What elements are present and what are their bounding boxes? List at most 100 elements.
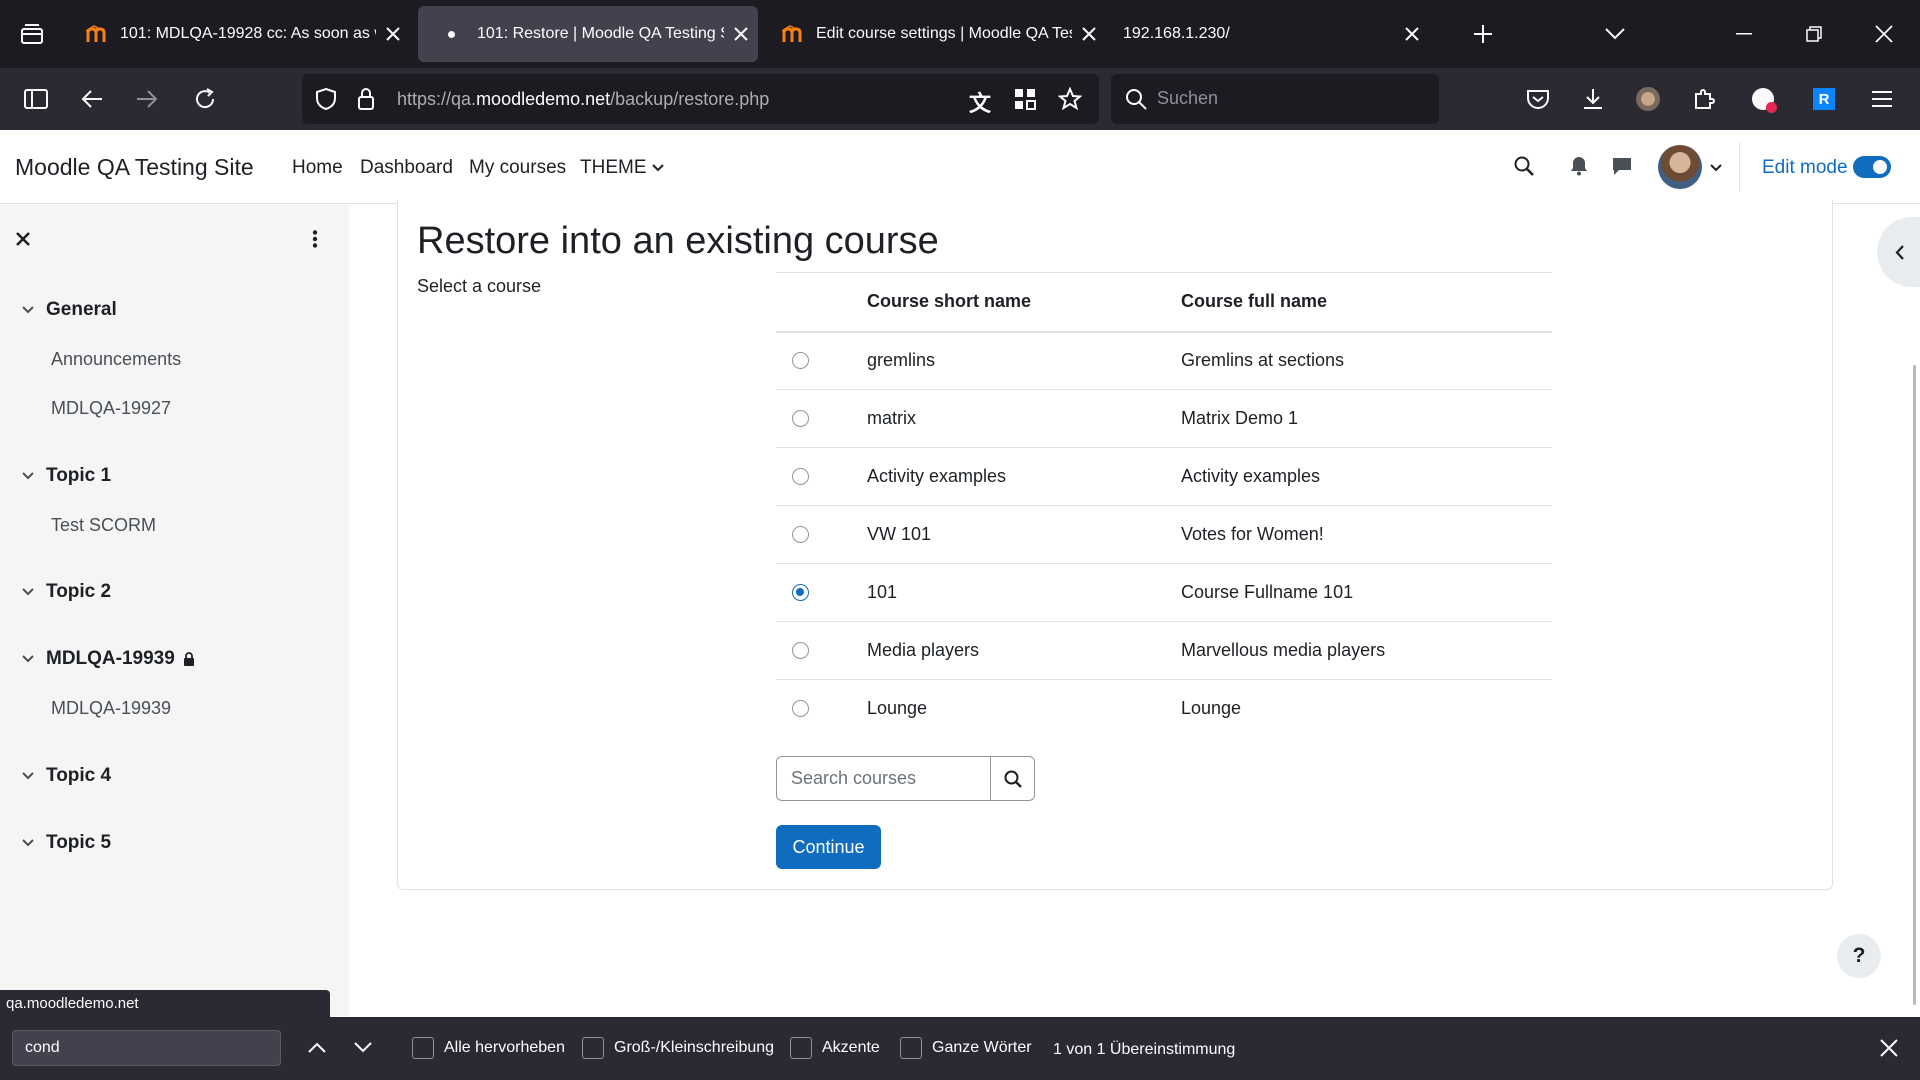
whole-words-checkbox[interactable]: Ganze Wörter xyxy=(900,1037,1032,1059)
pocket-icon[interactable] xyxy=(1520,81,1556,117)
hamburger-menu-icon[interactable] xyxy=(1864,81,1900,117)
lock-icon[interactable] xyxy=(357,87,375,116)
section-title[interactable]: MDLQA-19939 xyxy=(46,648,175,670)
tab-mdlqa-19928[interactable]: 101: MDLQA-19928 cc: As soon as we I xyxy=(70,6,410,62)
close-tab-icon[interactable] xyxy=(1072,17,1106,51)
restore-window-icon[interactable] xyxy=(1796,16,1832,52)
chevron-down-icon[interactable] xyxy=(1710,164,1722,172)
chevron-down-icon[interactable] xyxy=(22,588,42,596)
sidebar-toggle-icon[interactable] xyxy=(18,81,54,117)
table-row[interactable]: Activity examples Activity examples xyxy=(776,447,1552,506)
notifications-bell-icon[interactable] xyxy=(1570,156,1588,181)
downloads-icon[interactable] xyxy=(1575,81,1611,117)
open-block-drawer-button[interactable] xyxy=(1877,217,1920,287)
reload-icon[interactable] xyxy=(187,81,223,117)
nav-my-courses[interactable]: My courses xyxy=(469,157,566,179)
close-find-bar-icon[interactable] xyxy=(1880,1039,1898,1062)
edit-mode-toggle[interactable] xyxy=(1853,156,1891,178)
section-topic-1[interactable]: Topic 1 xyxy=(22,465,111,487)
table-row[interactable]: matrix Matrix Demo 1 xyxy=(776,389,1552,448)
chevron-down-icon[interactable] xyxy=(22,655,42,663)
more-options-icon[interactable] xyxy=(312,230,318,253)
match-diacritics-checkbox[interactable]: Akzente xyxy=(790,1037,880,1059)
site-name[interactable]: Moodle QA Testing Site xyxy=(15,154,254,181)
section-title[interactable]: Topic 4 xyxy=(46,765,111,787)
list-all-tabs-icon[interactable] xyxy=(1597,16,1633,52)
highlight-all-checkbox[interactable]: Alle hervorheben xyxy=(412,1037,565,1059)
checkbox-box[interactable] xyxy=(790,1037,812,1059)
messages-chat-icon[interactable] xyxy=(1612,156,1632,181)
minimize-window-icon[interactable] xyxy=(1726,16,1762,52)
tab-192-168-1-230[interactable]: 192.168.1.230/ xyxy=(1107,6,1447,62)
close-drawer-icon[interactable] xyxy=(16,232,30,251)
forward-icon[interactable] xyxy=(129,81,165,117)
course-radio[interactable] xyxy=(792,410,809,427)
extension-blocked-icon[interactable] xyxy=(1745,81,1781,117)
course-radio[interactable] xyxy=(792,352,809,370)
tab-overview-icon[interactable] xyxy=(14,16,50,52)
search-courses-input[interactable] xyxy=(776,756,991,801)
new-tab-icon[interactable] xyxy=(1465,16,1501,52)
course-radio[interactable] xyxy=(792,642,809,659)
table-row[interactable]: gremlins Gremlins at sections xyxy=(776,331,1552,390)
close-window-icon[interactable] xyxy=(1866,16,1902,52)
find-previous-icon[interactable] xyxy=(308,1040,326,1058)
browser-search-input[interactable] xyxy=(1157,88,1417,109)
extensions-grid-icon[interactable] xyxy=(1014,88,1036,115)
tab-restore[interactable]: 101: Restore | Moodle QA Testing Site xyxy=(418,6,758,62)
course-radio[interactable] xyxy=(792,700,809,718)
activity-announcements[interactable]: Announcements xyxy=(51,349,181,370)
search-courses-button[interactable] xyxy=(990,756,1035,801)
section-title[interactable]: Topic 2 xyxy=(46,581,111,603)
activity-mdlqa-19939[interactable]: MDLQA-19939 xyxy=(51,698,171,719)
chevron-down-icon[interactable] xyxy=(22,772,42,780)
user-avatar[interactable] xyxy=(1658,145,1702,189)
nav-home[interactable]: Home xyxy=(292,157,343,179)
table-row[interactable]: Lounge Lounge xyxy=(776,680,1552,738)
find-next-icon[interactable] xyxy=(354,1040,372,1058)
chevron-down-icon[interactable] xyxy=(22,306,42,314)
browser-search-bar[interactable] xyxy=(1111,74,1439,124)
section-topic-2[interactable]: Topic 2 xyxy=(22,581,111,603)
close-tab-icon[interactable] xyxy=(376,17,410,51)
course-radio-selected[interactable] xyxy=(792,584,809,601)
shield-icon[interactable] xyxy=(316,87,336,115)
back-icon[interactable] xyxy=(74,81,110,117)
tab-edit-course-settings[interactable]: Edit course settings | Moodle QA Testin xyxy=(766,6,1106,62)
section-title[interactable]: Topic 1 xyxy=(46,465,111,487)
table-row[interactable]: 101 Course Fullname 101 xyxy=(776,563,1552,622)
section-title[interactable]: Topic 5 xyxy=(46,832,111,854)
checkbox-box[interactable] xyxy=(582,1037,604,1059)
nav-dashboard[interactable]: Dashboard xyxy=(360,157,453,179)
bookmark-star-icon[interactable] xyxy=(1057,86,1083,116)
nav-theme-dropdown[interactable]: THEME xyxy=(580,157,664,179)
url-bar[interactable]: https://qa.moodledemo.net/backup/restore… xyxy=(302,74,1099,124)
match-case-checkbox[interactable]: Groß-/Kleinschreibung xyxy=(582,1037,774,1059)
help-button[interactable]: ? xyxy=(1837,934,1881,978)
course-radio[interactable] xyxy=(792,468,809,485)
page-scrollbar[interactable] xyxy=(1913,365,1916,1005)
section-topic-5[interactable]: Topic 5 xyxy=(22,832,111,854)
extension-r-icon[interactable]: R xyxy=(1806,81,1842,117)
translate-icon[interactable]: 文 xyxy=(969,86,991,118)
account-avatar-icon[interactable] xyxy=(1630,81,1666,117)
url-text[interactable]: https://qa.moodledemo.net/backup/restore… xyxy=(397,89,769,110)
checkbox-box[interactable] xyxy=(900,1037,922,1059)
search-icon[interactable] xyxy=(1514,156,1534,181)
course-radio[interactable] xyxy=(792,526,809,543)
section-topic-4[interactable]: Topic 4 xyxy=(22,765,111,787)
close-tab-icon[interactable] xyxy=(724,17,758,51)
continue-button[interactable]: Continue xyxy=(776,825,881,869)
close-tab-icon[interactable] xyxy=(1395,17,1429,51)
activity-mdlqa-19927[interactable]: MDLQA-19927 xyxy=(51,398,171,419)
table-row[interactable]: Media players Marvellous media players xyxy=(776,621,1552,680)
find-input[interactable] xyxy=(12,1030,281,1066)
activity-test-scorm[interactable]: Test SCORM xyxy=(51,515,156,536)
chevron-down-icon[interactable] xyxy=(22,839,42,847)
extensions-puzzle-icon[interactable] xyxy=(1686,81,1722,117)
section-mdlqa-19939[interactable]: MDLQA-19939 xyxy=(22,648,195,670)
checkbox-box[interactable] xyxy=(412,1037,434,1059)
table-row[interactable]: VW 101 Votes for Women! xyxy=(776,505,1552,564)
section-title[interactable]: General xyxy=(46,299,117,321)
section-general[interactable]: General xyxy=(22,299,117,321)
